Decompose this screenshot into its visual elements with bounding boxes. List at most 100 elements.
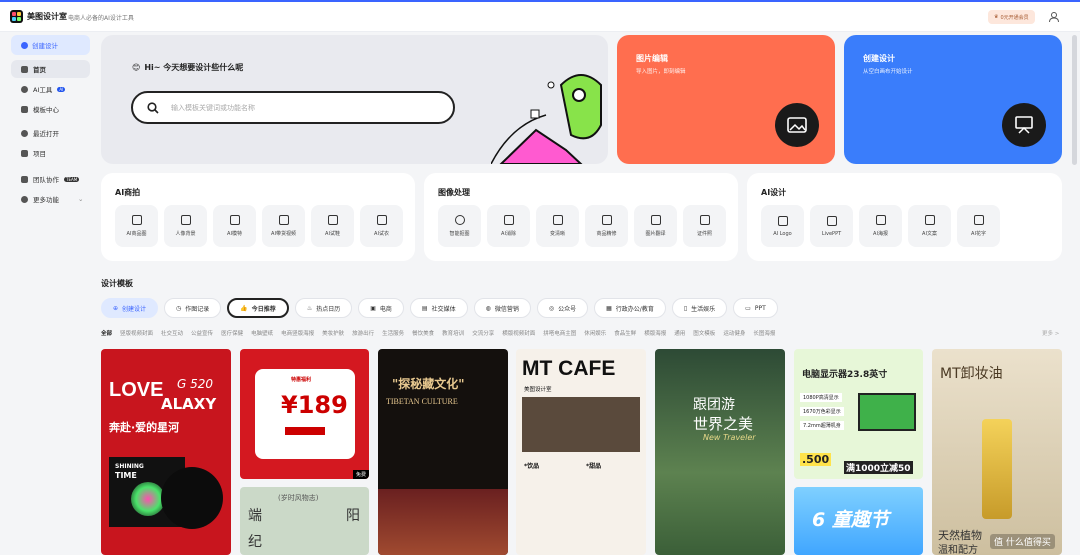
tool-ai-poster[interactable]: AI海报 bbox=[859, 205, 902, 247]
template-card-cafe[interactable]: MT CAFE 美图设计室 *饮品 *甜品 bbox=[516, 349, 646, 555]
tool-ai-shoes[interactable]: AI试鞋 bbox=[311, 205, 354, 247]
official-icon: ◎ bbox=[548, 304, 555, 312]
templates-title: 设计模板 bbox=[101, 279, 133, 288]
copywriting-icon bbox=[924, 215, 935, 225]
tool-portrait-bg[interactable]: 人像背景 bbox=[164, 205, 207, 247]
cat-tab[interactable]: 运动健身 bbox=[723, 329, 745, 337]
cafe-brand: 美图设计室 bbox=[524, 387, 552, 393]
tool-hd[interactable]: 变清晰 bbox=[536, 205, 579, 247]
template-card-tibet[interactable]: "探秘藏文化" TIBETAN CULTURE bbox=[378, 349, 508, 555]
chip-ecommerce[interactable]: ▣ 电商 bbox=[358, 298, 404, 318]
template-card-travel[interactable]: 跟团游 世界之美 New Traveler bbox=[655, 349, 785, 555]
sidebar-item-projects[interactable]: 项目 bbox=[11, 144, 90, 162]
tool-ai-text-art[interactable]: AI花字 bbox=[957, 205, 1000, 247]
sidebar-item-recent[interactable]: 最近打开 bbox=[11, 124, 90, 142]
chip-hot[interactable]: ♨ 热点日历 bbox=[294, 298, 353, 318]
cat-tab[interactable]: 横版视频封面 bbox=[502, 329, 535, 337]
cat-tab[interactable]: 美妆护肤 bbox=[322, 329, 344, 337]
sidebar-item-team[interactable]: 团队协作 TEAM bbox=[11, 170, 90, 188]
season-char1: 端 bbox=[248, 508, 262, 524]
cat-tab[interactable]: 竖版视频封面 bbox=[120, 329, 153, 337]
scrollbar[interactable] bbox=[1072, 35, 1077, 165]
tool-ai-model[interactable]: AI模特 bbox=[213, 205, 256, 247]
more-icon bbox=[21, 195, 28, 203]
cat-tab[interactable]: 公益宣传 bbox=[191, 329, 213, 337]
create-design-card[interactable]: 创建设计 从空白画布开始设计 bbox=[844, 35, 1062, 164]
cat-tab[interactable]: 医疗保健 bbox=[221, 329, 243, 337]
chip-today[interactable]: 👍 今日推荐 bbox=[227, 298, 289, 318]
tool-label: 智能抠图 bbox=[449, 231, 470, 237]
watermark: 值 什么值得买 bbox=[990, 534, 1055, 549]
template-card-monitor[interactable]: 电脑显示器23.8英寸 1080P高清显示 1670万色彩显示 7.2mm超薄机… bbox=[794, 349, 923, 479]
chip-office[interactable]: ▦ 行政办公/教育 bbox=[594, 298, 666, 318]
chip-official[interactable]: ◎ 公众号 bbox=[536, 298, 589, 318]
id-photo-icon bbox=[699, 215, 710, 225]
cat-tab[interactable]: 教育培训 bbox=[442, 329, 464, 337]
tool-translate[interactable]: 图片翻译 bbox=[634, 205, 677, 247]
cat-tab[interactable]: 社交互动 bbox=[161, 329, 183, 337]
cat-tab[interactable]: 旅游出行 bbox=[352, 329, 374, 337]
tool-id-photo[interactable]: 证件照 bbox=[683, 205, 726, 247]
translate-icon bbox=[650, 215, 661, 225]
sidebar-item-more[interactable]: 更多功能 ⌄ bbox=[11, 190, 90, 208]
sidebar-item-label: 首页 bbox=[33, 66, 46, 74]
cat-tab[interactable]: 全部 bbox=[101, 329, 112, 337]
user-icon[interactable] bbox=[1048, 11, 1060, 23]
cat-tab[interactable]: 餐饮美食 bbox=[412, 329, 434, 337]
product-icon bbox=[131, 215, 142, 225]
image-icon bbox=[775, 103, 819, 147]
monitor-price: .500 bbox=[800, 453, 832, 466]
template-card-season[interactable]: (岁时风物志) 端 阳 纪 bbox=[240, 487, 369, 555]
portrait-icon bbox=[180, 215, 191, 225]
season-char2: 阳 bbox=[346, 508, 360, 524]
tool-ai-product[interactable]: AI商品图 bbox=[115, 205, 158, 247]
brand-logo[interactable]: 美图设计室 bbox=[10, 10, 67, 23]
tool-ai-video[interactable]: AI带货视频 bbox=[262, 205, 305, 247]
chip-ppt[interactable]: ▭ PPT bbox=[733, 298, 778, 318]
search-input[interactable]: 输入模板关键词或功能名称 bbox=[131, 91, 455, 124]
cat-tab[interactable]: 图文模板 bbox=[693, 329, 715, 337]
love-520: G 520 bbox=[177, 377, 214, 391]
cat-tab[interactable]: 横版海报 bbox=[644, 329, 666, 337]
image-edit-card[interactable]: 图片编辑 导入图片，即刻编辑 bbox=[617, 35, 835, 164]
cat-tab[interactable]: 休闲娱乐 bbox=[584, 329, 606, 337]
chip-lifestyle[interactable]: ▯ 生活娱乐 bbox=[671, 298, 728, 318]
chip-social[interactable]: ▤ 社交媒体 bbox=[409, 298, 468, 318]
tool-live-ppt[interactable]: LivePPT bbox=[810, 205, 853, 247]
cat-tab[interactable]: 拼嗒电商主图 bbox=[543, 329, 576, 337]
sidebar-item-home[interactable]: 首页 bbox=[11, 60, 90, 78]
love-subtitle: 奔赴·爱的星河 bbox=[109, 421, 180, 434]
category-tabs: 全部 竖版视频封面 社交互动 公益宣传 医疗保健 电脑壁纸 电商竖版海报 美妆护… bbox=[101, 329, 775, 337]
chip-wechat[interactable]: ◍ 微信营销 bbox=[473, 298, 531, 318]
template-card-price[interactable]: 特惠福利 ¥189 免费 bbox=[240, 349, 369, 479]
plus-icon bbox=[21, 41, 28, 49]
chip-history[interactable]: ◷ 作图记录 bbox=[164, 298, 222, 318]
tool-label: AI试鞋 bbox=[325, 231, 340, 237]
chip-create[interactable]: ⊕ 创建设计 bbox=[101, 298, 159, 318]
cat-tab[interactable]: 通用 bbox=[674, 329, 685, 337]
sidebar-item-ai-tools[interactable]: AI工具 AI bbox=[11, 80, 90, 98]
cat-tab[interactable]: 生活服务 bbox=[382, 329, 404, 337]
crown-icon: ♛ bbox=[994, 14, 999, 20]
cat-tab[interactable]: 交流分享 bbox=[472, 329, 494, 337]
template-card-oil[interactable]: MT卸妆油 天然植物 温和配方 bbox=[932, 349, 1062, 555]
template-card-love[interactable]: LOVE G 520 ALAXY 奔赴·爱的星河 SHINING TIME bbox=[101, 349, 231, 555]
cat-tab[interactable]: 长图海报 bbox=[753, 329, 775, 337]
tool-ai-clothes[interactable]: AI试衣 bbox=[360, 205, 403, 247]
tibet-english: TIBETAN CULTURE bbox=[386, 397, 458, 406]
vip-button[interactable]: ♛ 0元开通会员 bbox=[988, 10, 1035, 24]
cat-tab[interactable]: 电脑壁纸 bbox=[251, 329, 273, 337]
cat-tab[interactable]: 电商竖版海报 bbox=[281, 329, 314, 337]
tool-cutout[interactable]: 智能抠图 bbox=[438, 205, 481, 247]
template-card-kids[interactable]: 6 童趣节 bbox=[794, 487, 923, 555]
cat-tab[interactable]: 食品生鲜 bbox=[614, 329, 636, 337]
travel-subtitle: 世界之美 bbox=[693, 415, 754, 433]
hero-illustration bbox=[491, 74, 602, 164]
sidebar-create-button[interactable]: 创建设计 bbox=[11, 35, 90, 55]
tool-ai-logo[interactable]: AI Logo bbox=[761, 205, 804, 247]
sidebar-item-templates[interactable]: 模板中心 bbox=[11, 100, 90, 118]
tool-ai-copy[interactable]: AI文案 bbox=[908, 205, 951, 247]
tool-retouch[interactable]: 商品精修 bbox=[585, 205, 628, 247]
more-categories-link[interactable]: 更多 > bbox=[1042, 329, 1059, 337]
tool-erase[interactable]: AI消除 bbox=[487, 205, 530, 247]
